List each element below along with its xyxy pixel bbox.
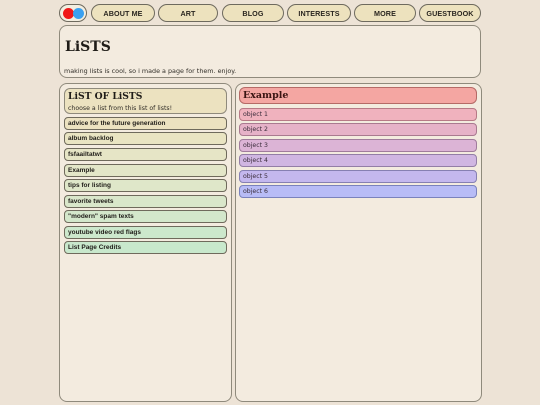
list-detail-object: object 3 bbox=[239, 139, 477, 152]
list-item[interactable]: fsfaailtatwt bbox=[64, 148, 227, 161]
page-header: LiSTS making lists is cool, so i made a … bbox=[59, 25, 481, 78]
list-item[interactable]: List Page Credits bbox=[64, 241, 227, 254]
nav-more-button[interactable]: MORE bbox=[354, 4, 416, 22]
blue-dot-icon bbox=[73, 8, 84, 19]
list-item[interactable]: favorite tweets bbox=[64, 195, 227, 208]
list-detail-object: object 4 bbox=[239, 154, 477, 167]
nav-about-me-button[interactable]: ABOUT ME bbox=[91, 4, 155, 22]
list-detail-object: object 1 bbox=[239, 108, 477, 121]
nav-blog-button[interactable]: BLOG bbox=[222, 4, 284, 22]
list-item[interactable]: youtube video red flags bbox=[64, 226, 227, 239]
page-subtitle: making lists is cool, so i made a page f… bbox=[64, 67, 237, 75]
nav-interests-button[interactable]: INTERESTS bbox=[287, 4, 351, 22]
list-detail-object: object 2 bbox=[239, 123, 477, 136]
site-logo[interactable] bbox=[59, 4, 87, 22]
list-item[interactable]: tips for listing bbox=[64, 179, 227, 192]
list-detail-panel: Example object 1 object 2 object 3 object 4… bbox=[235, 83, 482, 402]
list-detail-header: Example bbox=[239, 87, 477, 104]
list-item[interactable]: "modern" spam texts bbox=[64, 210, 227, 223]
list-item[interactable]: album backlog bbox=[64, 132, 227, 145]
nav-guestbook-button[interactable]: GUESTBOOK bbox=[419, 4, 481, 22]
list-of-lists-panel: LiST OF LiSTS choose a list from this li… bbox=[59, 83, 232, 402]
nav-art-button[interactable]: ART bbox=[158, 4, 218, 22]
top-nav: ABOUT ME ART BLOG INTERESTS MORE GUESTBO… bbox=[59, 4, 481, 22]
list-of-lists-title: LiST OF LiSTS bbox=[68, 91, 143, 102]
list-of-lists-header: LiST OF LiSTS choose a list from this li… bbox=[64, 88, 227, 114]
list-item[interactable]: Example bbox=[64, 164, 227, 177]
page-title: LiSTS bbox=[65, 39, 111, 55]
list-of-lists-subtitle: choose a list from this list of lists! bbox=[68, 105, 173, 112]
list-item[interactable]: advice for the future generation bbox=[64, 117, 227, 130]
list-detail-object: object 6 bbox=[239, 185, 477, 198]
list-detail-object: object 5 bbox=[239, 170, 477, 183]
list-detail-title: Example bbox=[243, 90, 289, 101]
